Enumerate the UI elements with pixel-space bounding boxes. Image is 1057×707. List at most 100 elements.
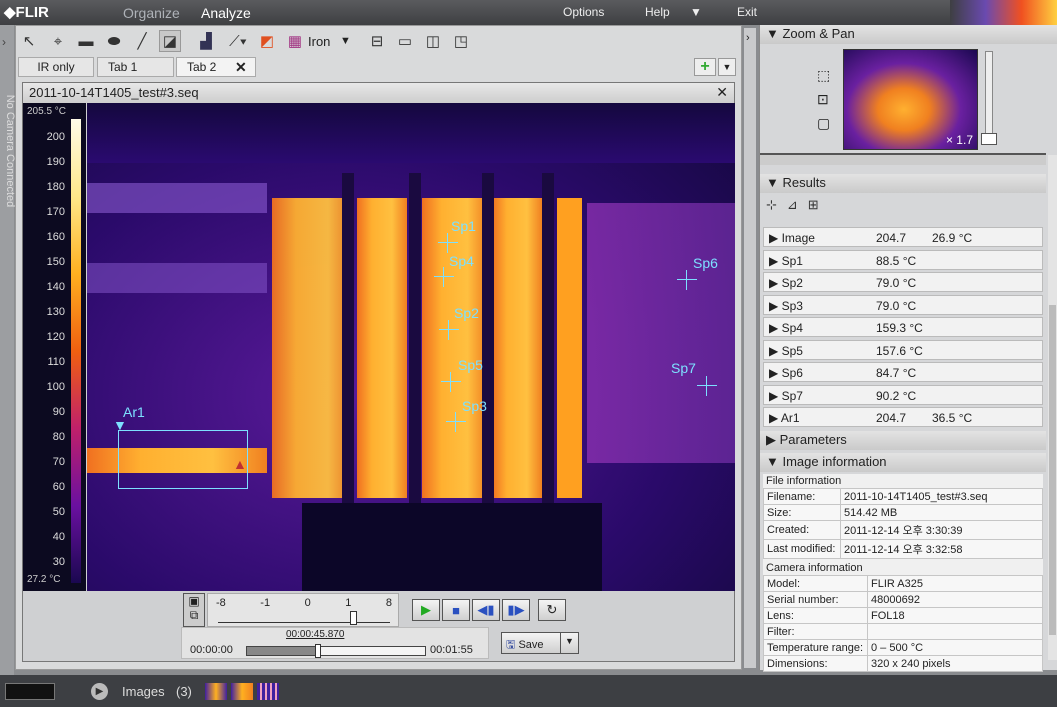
results-header[interactable]: ▼ Results: [760, 174, 1046, 193]
info-label: Temperature range:: [763, 639, 868, 656]
save-dropdown-icon[interactable]: ▼: [560, 633, 578, 653]
info-row: Size: 514.42 MB: [763, 504, 1043, 521]
level-span-icon[interactable]: ⟋▾: [224, 30, 252, 52]
timeline: 00:00:45.870 00:00:00 00:01:55: [181, 627, 489, 659]
spot-tool-icon[interactable]: ⌖: [47, 30, 69, 52]
result-row[interactable]: ▶ Sp3 79.0 °C: [763, 294, 1043, 315]
view-mode-icon[interactable]: ▣ ⧉: [183, 593, 205, 627]
spot-label-sp6[interactable]: Sp6: [693, 255, 718, 271]
result-name: ▶ Sp7: [769, 388, 803, 403]
palette-icon[interactable]: ▦: [284, 30, 306, 52]
select-tool-icon[interactable]: ↖: [18, 30, 40, 52]
result-row[interactable]: ▶ Ar1 204.7 36.5 °C: [763, 407, 1043, 427]
help-dropdown-icon[interactable]: ▼: [690, 5, 702, 19]
speed-label: 0: [304, 597, 311, 609]
spot-marker-sp5[interactable]: [441, 372, 461, 392]
close-window-icon[interactable]: ✕: [716, 84, 728, 101]
info-value: 514.42 MB: [840, 504, 1043, 521]
result-row[interactable]: ▶ Image 204.7 26.9 °C: [763, 227, 1043, 247]
close-tab-icon[interactable]: ✕: [235, 59, 247, 76]
delta-tool-icon[interactable]: ◪: [159, 30, 181, 52]
tab-1[interactable]: Tab 1: [97, 57, 174, 77]
spot-marker-sp4[interactable]: [434, 267, 454, 287]
result-row[interactable]: ▶ Sp1 88.5 °C: [763, 249, 1043, 270]
nav-organize[interactable]: Organize: [123, 5, 180, 21]
menu-exit[interactable]: Exit: [737, 5, 757, 19]
result-name: ▶ Sp1: [769, 253, 803, 268]
thermal-image[interactable]: Sp1 Sp4 Sp2 Sp5 Sp3 Sp6 Sp7 Ar1 ▼ ▲: [87, 103, 735, 591]
scrollbar-thumb[interactable]: [1049, 305, 1056, 635]
spot-label-sp5[interactable]: Sp5: [458, 357, 483, 373]
play-button[interactable]: ▶: [412, 599, 440, 621]
scale-tick: 100: [46, 381, 65, 393]
image-thumbnail-2[interactable]: [231, 683, 253, 700]
zoom-pan-header[interactable]: ▼ Zoom & Pan: [760, 25, 1057, 44]
spot-marker-sp7[interactable]: [697, 376, 717, 396]
palette-dropdown-icon[interactable]: ▼: [340, 35, 351, 47]
menu-options[interactable]: Options: [563, 5, 604, 19]
menu-help[interactable]: Help: [645, 5, 670, 19]
info-label: Created:: [763, 520, 841, 540]
result-row[interactable]: ▶ Sp4 159.3 °C: [763, 317, 1043, 337]
tab-2[interactable]: Tab 2 ✕: [176, 57, 256, 77]
result-row[interactable]: ▶ Sp7 90.2 °C: [763, 384, 1043, 405]
spot-marker-sp1[interactable]: [438, 233, 458, 253]
add-result-icons[interactable]: ⊹⊿⊞: [766, 197, 829, 213]
splitter[interactable]: ›: [744, 28, 756, 668]
scale-tick: 170: [46, 206, 65, 218]
speed-handle[interactable]: [350, 611, 357, 625]
timeline-handle[interactable]: [315, 644, 322, 658]
image-thumbnail-1[interactable]: [205, 683, 227, 700]
image-thumbnail-3[interactable]: [257, 683, 279, 700]
scale-tick: 80: [52, 431, 65, 443]
tab-menu-button[interactable]: ▼: [718, 58, 736, 76]
scale-tick: 40: [52, 531, 65, 543]
layout-icon-1[interactable]: ⊟: [366, 30, 388, 52]
result-row[interactable]: ▶ Sp6 84.7 °C: [763, 362, 1043, 382]
spot-marker-sp3[interactable]: [446, 412, 466, 432]
result-row[interactable]: ▶ Sp2 79.0 °C: [763, 272, 1043, 292]
scale-min[interactable]: 27.2 °C: [27, 574, 60, 585]
box-tool-icon[interactable]: ▬: [75, 30, 97, 52]
spot-label-sp1[interactable]: Sp1: [451, 218, 476, 234]
save-button[interactable]: 🖫 Save ▼: [501, 632, 579, 654]
bottom-bar: ▶ Images (3): [0, 675, 1057, 707]
previous-frame-button[interactable]: ◀▮: [472, 599, 500, 621]
scale-max[interactable]: 205.5 °C: [27, 106, 66, 117]
image-information-header[interactable]: ▼ Image information: [760, 453, 1046, 472]
parameters-header[interactable]: ▶ Parameters: [760, 431, 1046, 450]
tab-ir-only[interactable]: IR only: [18, 57, 94, 77]
nav-analyze[interactable]: Analyze: [201, 5, 251, 21]
palette-select[interactable]: Iron: [308, 34, 330, 49]
end-time: 00:01:55: [430, 644, 473, 656]
spot-marker-sp6[interactable]: [677, 270, 697, 290]
area-box-ar1[interactable]: ▼ ▲: [113, 417, 248, 489]
center-icon[interactable]: ⊡: [817, 91, 829, 108]
spot-label-sp2[interactable]: Sp2: [454, 305, 479, 321]
spot-label-sp7[interactable]: Sp7: [671, 360, 696, 376]
expand-images-icon[interactable]: ▶: [91, 683, 108, 700]
stop-button[interactable]: ■: [442, 599, 470, 621]
zoom-slider-handle[interactable]: [981, 133, 997, 145]
ellipse-tool-icon[interactable]: ⬬: [103, 30, 125, 52]
collapse-icon[interactable]: ›: [746, 32, 750, 44]
right-scrollbar[interactable]: [1048, 155, 1057, 660]
result-row[interactable]: ▶ Sp5 157.6 °C: [763, 339, 1043, 360]
expand-icon[interactable]: ›: [2, 35, 6, 49]
fit-icon[interactable]: ⬚: [817, 67, 830, 84]
loop-button[interactable]: ↻: [538, 599, 566, 621]
zoom-thumbnail[interactable]: × 1.7: [843, 49, 978, 150]
histogram-icon[interactable]: ▟: [195, 30, 217, 52]
zoom-slider[interactable]: [985, 51, 993, 141]
isotherm-icon[interactable]: ◩: [256, 30, 278, 52]
line-tool-icon[interactable]: ╱: [131, 30, 153, 52]
spot-marker-sp2[interactable]: [439, 320, 459, 340]
layout-icon-3[interactable]: ◫: [422, 30, 444, 52]
layout-icon-2[interactable]: ▭: [394, 30, 416, 52]
add-tab-button[interactable]: +: [694, 58, 716, 76]
speed-slider[interactable]: -8 -1 0 1 8: [207, 593, 399, 627]
actual-size-icon[interactable]: ▢: [817, 115, 830, 132]
layout-icon-4[interactable]: ◳: [450, 30, 472, 52]
next-frame-button[interactable]: ▮▶: [502, 599, 530, 621]
timeline-slider[interactable]: [246, 644, 426, 658]
